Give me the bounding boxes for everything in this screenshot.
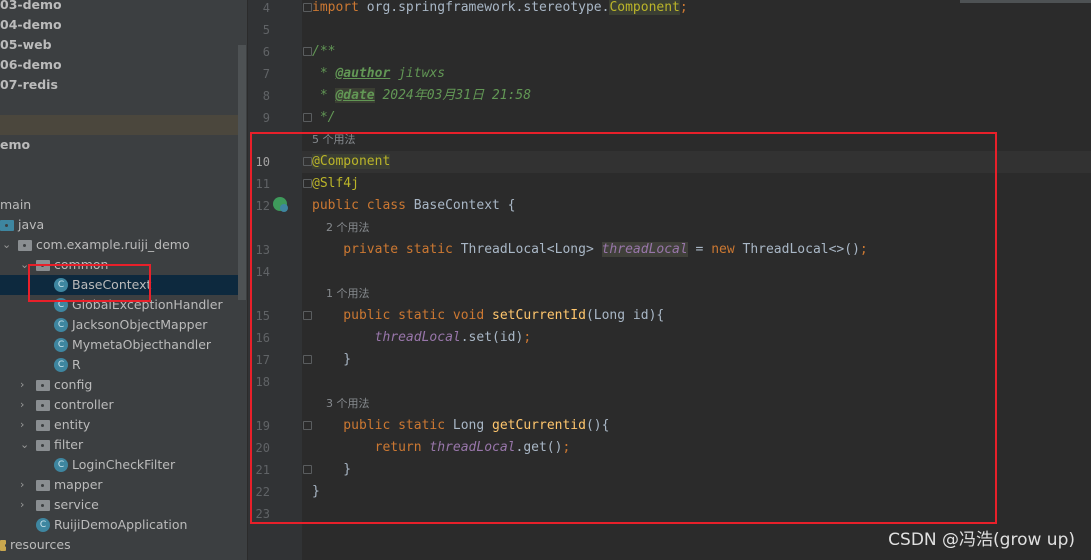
tree-item-label: config	[54, 377, 93, 392]
package-icon	[36, 500, 50, 511]
tree-item[interactable]: ⌄ filter	[0, 435, 238, 455]
tree-item[interactable]: 06-demo	[0, 55, 238, 75]
tree-item[interactable]	[0, 175, 238, 195]
tree-item-label: 04-demo	[0, 17, 62, 32]
code-token: org.springframework.stereotype.	[366, 0, 610, 15]
tree-item-label: 05-web	[0, 37, 52, 52]
fold-icon[interactable]	[303, 47, 312, 56]
highlight-box-file	[28, 264, 151, 302]
tree-item[interactable]	[0, 155, 238, 175]
tree-item-label: MymetaObjecthandler	[72, 337, 212, 352]
code-token: ;	[679, 0, 688, 15]
chevron-down-icon[interactable]: ⌄	[20, 435, 30, 455]
tree-item-label: R	[72, 357, 81, 372]
tree-item[interactable]: emo	[0, 135, 238, 155]
line-number: 6	[262, 45, 270, 59]
code-token: /**	[312, 44, 336, 59]
tree-item[interactable]: CR	[0, 355, 238, 375]
code-token: import	[312, 0, 367, 15]
line-number: 9	[262, 111, 270, 125]
package-icon	[18, 240, 32, 251]
class-icon: C	[54, 318, 68, 332]
tree-item-label: 07-redis	[0, 77, 58, 92]
tree-item[interactable]: java	[0, 215, 238, 235]
tree-item-label: controller	[54, 397, 114, 412]
class-icon: C	[54, 338, 68, 352]
tree-item[interactable]: ⌄ com.example.ruiji_demo	[0, 235, 238, 255]
chevron-right-icon[interactable]: ›	[20, 475, 30, 495]
tree-item[interactable]	[0, 115, 238, 135]
tree-item[interactable]: C MymetaObjecthandler	[0, 335, 238, 355]
code-token: 2024年03月31日 21:58	[374, 88, 532, 103]
editor-top-scrollbar[interactable]	[960, 0, 1091, 3]
tree-item-label: 06-demo	[0, 57, 62, 72]
tree-item-label: emo	[0, 137, 31, 152]
code-token: @date	[335, 88, 375, 103]
tree-item[interactable]: C JacksonObjectMapper	[0, 315, 238, 335]
line-number: 4	[262, 1, 270, 15]
tree-item-label: entity	[54, 417, 91, 432]
code-line[interactable]: /**	[312, 41, 335, 63]
highlight-box-code	[250, 132, 997, 524]
tree-item[interactable]: › mapper	[0, 475, 238, 495]
class-icon: C	[54, 458, 68, 472]
tree-item-label: java	[18, 217, 45, 232]
line-number: 7	[262, 67, 270, 81]
tree-item[interactable]: main	[0, 195, 238, 215]
tree-item-label: filter	[54, 437, 84, 452]
fold-icon[interactable]	[303, 113, 312, 122]
code-token: Component	[609, 0, 680, 15]
package-icon	[36, 380, 50, 391]
tree-item-label: mapper	[54, 477, 103, 492]
code-line[interactable]: import org.springframework.stereotype.Co…	[312, 0, 688, 19]
watermark: CSDN @冯浩(grow up)	[888, 530, 1075, 550]
line-number: 8	[262, 89, 270, 103]
tree-item-label: service	[54, 497, 99, 512]
tree-item-label: 03-demo	[0, 0, 62, 12]
code-token: jitwxs	[390, 66, 446, 81]
line-number: 5	[262, 23, 270, 37]
package-icon	[36, 420, 50, 431]
package-icon	[36, 440, 50, 451]
code-token: */	[312, 110, 336, 125]
tree-item-label: RuijiDemoApplication	[54, 517, 188, 532]
tree-item[interactable]: 07-redis	[0, 75, 238, 95]
tree-item[interactable]: 03-demo	[0, 0, 238, 15]
code-line[interactable]: * @date 2024年03月31日 21:58	[312, 85, 531, 107]
tree-item[interactable]: › controller	[0, 395, 238, 415]
tree-item[interactable]: 04-demo	[0, 15, 238, 35]
resources-folder-icon	[0, 540, 8, 551]
code-token: @author	[335, 66, 391, 81]
tree-item[interactable]	[0, 95, 238, 115]
package-icon	[36, 400, 50, 411]
class-icon: C	[54, 358, 68, 372]
chevron-right-icon[interactable]: ›	[20, 495, 30, 515]
chevron-right-icon[interactable]: ›	[20, 375, 30, 395]
spring-boot-app-icon: C	[36, 518, 50, 532]
tree-item[interactable]: › service	[0, 495, 238, 515]
source-folder-icon	[0, 220, 14, 231]
tree-item-label: main	[0, 197, 32, 212]
code-line[interactable]: */	[312, 107, 336, 129]
tree-item[interactable]: 05-web	[0, 35, 238, 55]
chevron-right-icon[interactable]: ›	[20, 415, 30, 435]
tree-item[interactable]: › entity	[0, 415, 238, 435]
tree-item[interactable]: C RuijiDemoApplication	[0, 515, 238, 535]
code-token: *	[312, 88, 336, 103]
tree-item[interactable]: C LoginCheckFilter	[0, 455, 238, 475]
tree-item-label: resources	[10, 537, 71, 552]
chevron-right-icon[interactable]: ›	[20, 395, 30, 415]
fold-icon[interactable]	[303, 3, 312, 12]
tree-item-label: LoginCheckFilter	[72, 457, 176, 472]
tree-item[interactable]: resources	[0, 535, 238, 555]
package-icon	[36, 480, 50, 491]
tree-item-label: JacksonObjectMapper	[72, 317, 208, 332]
tree-item-label: com.example.ruiji_demo	[36, 237, 190, 252]
tree-item[interactable]: › config	[0, 375, 238, 395]
code-line[interactable]: * @author jitwxs	[312, 63, 445, 85]
chevron-down-icon[interactable]: ⌄	[2, 235, 12, 255]
project-tree-scrollbar[interactable]	[238, 45, 246, 300]
code-token: *	[312, 66, 336, 81]
